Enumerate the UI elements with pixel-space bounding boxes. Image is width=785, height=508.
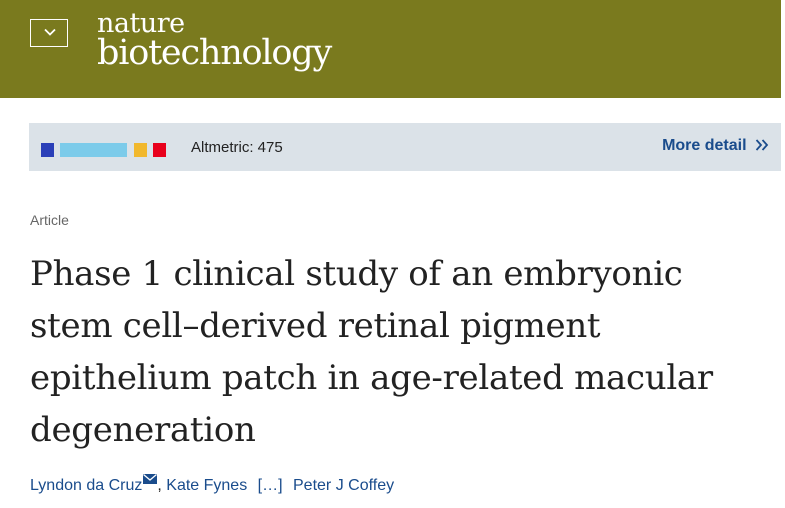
journal-logo[interactable]: nature biotechnology xyxy=(97,10,332,73)
author-link-second[interactable]: Kate Fynes xyxy=(166,477,247,494)
altmetric-swatch-lightblue xyxy=(60,143,127,157)
author-separator: , xyxy=(157,477,167,494)
altmetric-swatch-red xyxy=(153,143,166,157)
altmetric-score: Altmetric: 475 xyxy=(191,139,283,156)
altmetric-swatch-yellow xyxy=(134,143,147,157)
menu-toggle-button[interactable] xyxy=(30,19,68,47)
more-detail-label: More detail xyxy=(662,137,747,154)
altmetric-swatch-blue xyxy=(41,143,54,157)
article-type-label: Article xyxy=(30,212,69,228)
more-detail-link[interactable]: More detail xyxy=(662,137,769,155)
envelope-icon[interactable] xyxy=(143,474,158,484)
chevron-down-icon xyxy=(44,28,56,36)
author-link-last[interactable]: Peter J Coffey xyxy=(293,477,394,494)
author-list: Lyndon da Cruz , Kate Fynes […] Peter J … xyxy=(30,474,394,495)
page: nature biotechnology Altmetric: 475 More… xyxy=(0,0,785,508)
show-all-authors-button[interactable]: […] xyxy=(258,477,283,494)
site-header: nature biotechnology xyxy=(0,0,781,98)
author-link-first[interactable]: Lyndon da Cruz xyxy=(30,477,142,494)
altmetric-bar: Altmetric: 475 More detail xyxy=(29,123,781,171)
article-title: Phase 1 clinical study of an embryonic s… xyxy=(30,254,713,450)
logo-line-biotechnology: biotechnology xyxy=(97,33,332,73)
double-chevron-right-icon xyxy=(755,139,769,151)
